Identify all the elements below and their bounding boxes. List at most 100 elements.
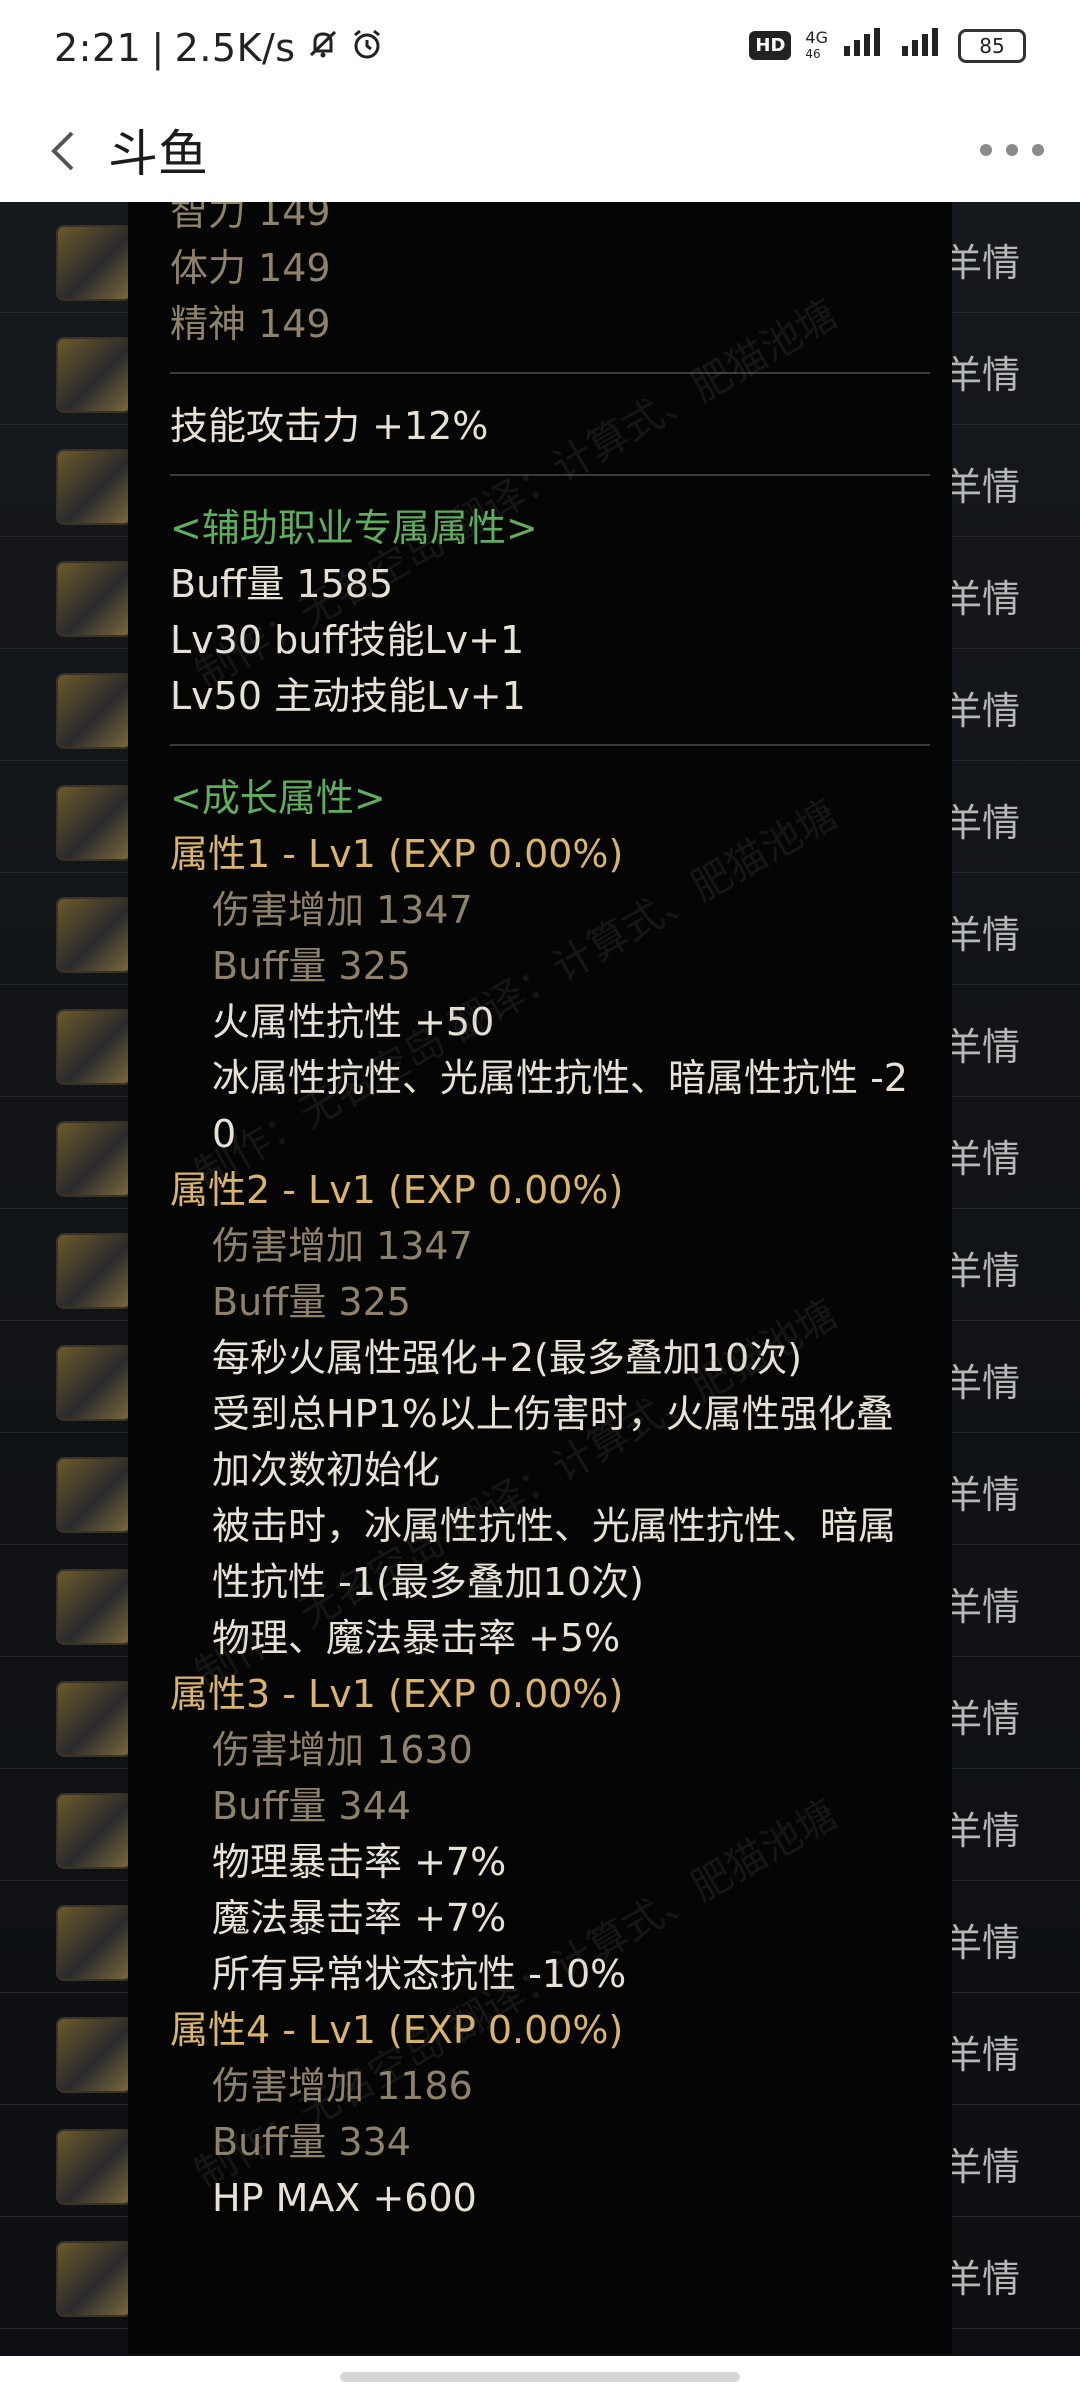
attr2-stat: 伤害增加 1347 [212,1224,473,1268]
detail-link[interactable]: 羊情 [944,2136,1020,2191]
tooltip-content: 智力 149 体力 149 精神 149 技能攻击力 +12% <辅助职业专属属… [170,202,930,2226]
detail-link[interactable]: 羊情 [944,456,1020,511]
support-line: Buff量 1585 [170,562,394,606]
detail-link[interactable]: 羊情 [944,1688,1020,1743]
attr2-effect: 受到总HP1%以上伤害时，火属性强化叠 [212,1392,894,1436]
mute-notification-icon [306,26,340,70]
hd-badge: HD [749,31,792,60]
home-indicator[interactable] [340,2372,740,2382]
more-options-button[interactable] [980,130,1044,170]
attr3-stat: Buff量 344 [212,1784,411,1828]
chevron-left-icon [51,131,74,171]
alarm-icon [350,26,384,70]
attr2-effect: 每秒火属性强化+2(最多叠加10次) [212,1336,803,1380]
battery-icon: 85 [958,28,1026,63]
support-line: Lv30 buff技能Lv+1 [170,618,525,662]
detail-link[interactable]: 羊情 [944,1800,1020,1855]
item-thumbnail-icon [56,2129,132,2205]
more-dot-icon [1032,144,1044,156]
attr2-effect: 性抗性 -1(最多叠加10次) [212,1560,644,1604]
item-thumbnail-icon [56,1569,132,1645]
status-right: HD 4G 46 85 [749,28,1026,63]
attr2-title: 属性2 - Lv1 (EXP 0.00%) [170,1168,624,1212]
base-stat-int: 智力 149 [170,202,331,234]
skill-attack: 技能攻击力 +12% [170,404,489,448]
attr1-stat: Buff量 325 [212,944,411,988]
detail-link[interactable]: 羊情 [944,792,1020,847]
attr3-title: 属性3 - Lv1 (EXP 0.00%) [170,1672,624,1716]
app-bar: 斗鱼 [0,100,1080,202]
status-separator: | [151,26,165,70]
more-dot-icon [980,144,992,156]
attr4-title: 属性4 - Lv1 (EXP 0.00%) [170,2008,624,2052]
detail-link[interactable]: 羊情 [944,680,1020,735]
signal-icon [842,28,886,63]
status-bar: 2:21 | 2.5K/s HD 4G 46 85 [0,0,1080,100]
attr1-effect: 冰属性抗性、光属性抗性、暗属性抗性 -2 [212,1056,908,1100]
battery-level: 85 [979,33,1005,58]
item-thumbnail-icon [56,897,132,973]
detail-link[interactable]: 羊情 [944,232,1020,287]
item-thumbnail-icon [56,1793,132,1869]
item-thumbnail-icon [56,1009,132,1085]
attr4-stat: 伤害增加 1186 [212,2064,473,2108]
more-dot-icon [1006,144,1018,156]
attr2-stat: Buff量 325 [212,1280,411,1324]
detail-link[interactable]: 羊情 [944,2248,1020,2303]
item-thumbnail-icon [56,2241,132,2317]
detail-link[interactable]: 羊情 [944,1128,1020,1183]
attr1-effect: 0 [212,1112,237,1156]
growth-header: <成长属性> [170,776,386,820]
detail-link[interactable]: 羊情 [944,904,1020,959]
attr1-title: 属性1 - Lv1 (EXP 0.00%) [170,832,624,876]
attr4-effect: HP MAX +600 [212,2176,477,2220]
item-thumbnail-icon [56,1905,132,1981]
attr4-stat: Buff量 334 [212,2120,411,2164]
divider [170,744,930,746]
network-speed: 2.5K/s [174,26,296,70]
attr2-effect: 加次数初始化 [212,1448,441,1492]
attr3-stat: 伤害增加 1630 [212,1728,473,1772]
item-tooltip: 智力 149 体力 149 精神 149 技能攻击力 +12% <辅助职业专属属… [128,202,952,2354]
item-thumbnail-icon [56,1457,132,1533]
item-thumbnail-icon [56,673,132,749]
attr2-effect: 物理、魔法暴击率 +5% [212,1616,621,1660]
item-thumbnail-icon [56,449,132,525]
signal-icon-2 [900,28,944,63]
detail-link[interactable]: 羊情 [944,344,1020,399]
status-time: 2:21 [54,26,142,70]
page-title: 斗鱼 [108,125,208,183]
detail-link[interactable]: 羊情 [944,568,1020,623]
detail-link[interactable]: 羊情 [944,1240,1020,1295]
base-stat-spi: 精神 149 [170,302,331,346]
item-thumbnail-icon [56,1233,132,1309]
attr1-effect: 火属性抗性 +50 [212,1000,495,1044]
network-type-bottom: 46 [805,46,821,61]
item-thumbnail-icon [56,225,132,301]
attr2-effect: 被击时，冰属性抗性、光属性抗性、暗属 [212,1504,897,1548]
item-thumbnail-icon [56,337,132,413]
detail-link[interactable]: 羊情 [944,1464,1020,1519]
support-line: Lv50 主动技能Lv+1 [170,674,526,718]
item-thumbnail-icon [56,2017,132,2093]
attr3-effect: 魔法暴击率 +7% [212,1896,507,1940]
attr3-effect: 所有异常状态抗性 -10% [212,1952,627,1996]
support-header: <辅助职业专属属性> [170,506,538,550]
item-thumbnail-icon [56,785,132,861]
detail-link[interactable]: 羊情 [944,1912,1020,1967]
divider [170,474,930,476]
detail-link[interactable]: 羊情 [944,2024,1020,2079]
attr3-effect: 物理暴击率 +7% [212,1840,507,1884]
divider [170,372,930,374]
detail-link[interactable]: 羊情 [944,1352,1020,1407]
detail-link[interactable]: 羊情 [944,1576,1020,1631]
network-type: 4G 46 [805,27,828,62]
detail-link[interactable]: 羊情 [944,1016,1020,1071]
back-button[interactable] [36,124,90,178]
base-stat-vit: 体力 149 [170,246,331,290]
attr1-stat: 伤害增加 1347 [212,888,473,932]
status-left: 2:21 | 2.5K/s [54,26,384,70]
network-type-top: 4G [805,27,828,47]
item-thumbnail-icon [56,1121,132,1197]
item-thumbnail-icon [56,1681,132,1757]
